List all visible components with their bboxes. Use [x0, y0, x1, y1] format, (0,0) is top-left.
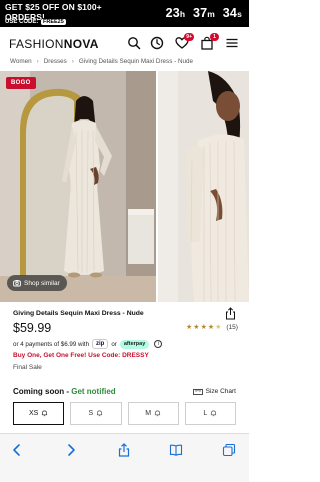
availability-status: Coming soon - Get notified [13, 387, 116, 396]
bell-icon [97, 410, 103, 417]
product-gallery[interactable]: BOGO Shop similar [0, 71, 249, 302]
breadcrumb: Women › Dresses › Giving Details Sequin Maxi… [10, 58, 193, 68]
recently-viewed-clock-icon[interactable] [150, 36, 164, 50]
hamburger-menu-icon[interactable] [225, 36, 239, 50]
browser-toolbar [0, 433, 249, 482]
bell-icon [42, 410, 48, 417]
breadcrumb-separator-icon: › [71, 58, 74, 65]
camera-icon [13, 280, 21, 287]
forward-chevron-icon[interactable] [64, 443, 78, 457]
model-closeup-illustration [158, 71, 249, 302]
star-icon: ★ [193, 324, 200, 331]
tabs-icon[interactable] [222, 443, 236, 457]
bell-icon [154, 410, 161, 417]
promo-banner[interactable]: GET $25 OFF ON $100+ ORDERS! USE CODE: FR… [0, 0, 249, 27]
cart-button[interactable]: 1 [200, 33, 219, 50]
bogo-badge: BOGO [6, 77, 36, 89]
shop-similar-button[interactable]: Shop similar [7, 275, 67, 291]
back-chevron-icon[interactable] [10, 443, 24, 457]
bell-icon [211, 410, 217, 417]
model-photo-illustration [0, 71, 156, 302]
fashion-nova-logo[interactable]: FASHIONNOVA [9, 37, 99, 51]
size-option-m[interactable]: M [127, 402, 179, 425]
countdown-timer: 23h 37m 34s [165, 6, 242, 20]
wishlist-count-badge: 9+ [184, 33, 194, 41]
star-icon: ★ [200, 324, 207, 331]
product-price: $59.99 [13, 321, 52, 335]
breadcrumb-separator-icon: › [36, 58, 39, 65]
wishlist-button[interactable]: 9+ [175, 33, 194, 50]
breadcrumb-current: Giving Details Sequin Maxi Dress - Nude [78, 58, 193, 65]
cart-count-badge: 1 [210, 33, 219, 41]
search-icon[interactable] [127, 36, 141, 50]
breadcrumb-women[interactable]: Women [10, 58, 32, 65]
product-title: Giving Details Sequin Maxi Dress - Nude [13, 310, 144, 317]
ruler-icon [192, 388, 203, 395]
product-image-secondary[interactable] [158, 71, 249, 302]
size-option-s[interactable]: S [70, 402, 122, 425]
installments-row: or 4 payments of $6.99 with zip or after… [13, 339, 163, 349]
info-icon[interactable]: i [154, 340, 163, 348]
product-image-main[interactable]: BOGO Shop similar [0, 71, 156, 302]
size-selector: XS S M L [13, 402, 236, 425]
get-notified-link[interactable]: Get notified [71, 387, 115, 396]
bogo-promo-text: Buy One, Get One Free! Use Code: DRESSY [13, 352, 149, 359]
share-icon[interactable] [225, 307, 236, 320]
site-header: FASHIONNOVA 9+ 1 [0, 28, 249, 58]
promo-code-line: USE CODE: FREE25 [5, 19, 66, 25]
zip-pay-badge[interactable]: zip [92, 339, 109, 349]
breadcrumb-dresses[interactable]: Dresses [44, 58, 67, 65]
review-count: (15) [226, 324, 238, 331]
size-option-xs[interactable]: XS [13, 402, 65, 425]
afterpay-badge[interactable]: afterpay [119, 339, 150, 349]
bookmarks-book-icon[interactable] [169, 443, 183, 457]
final-sale-label: Final Sale [13, 364, 42, 371]
star-icon: ★ [186, 324, 193, 331]
star-icon: ★ [207, 324, 215, 331]
half-star-icon: ★ [215, 324, 222, 331]
share-icon[interactable] [117, 443, 131, 457]
promo-code: FREE25 [41, 19, 66, 25]
size-chart-link[interactable]: Size Chart [192, 388, 236, 395]
size-option-l[interactable]: L [184, 402, 236, 425]
rating-stars[interactable]: ★ ★ ★ ★ ★ (15) [186, 324, 238, 331]
